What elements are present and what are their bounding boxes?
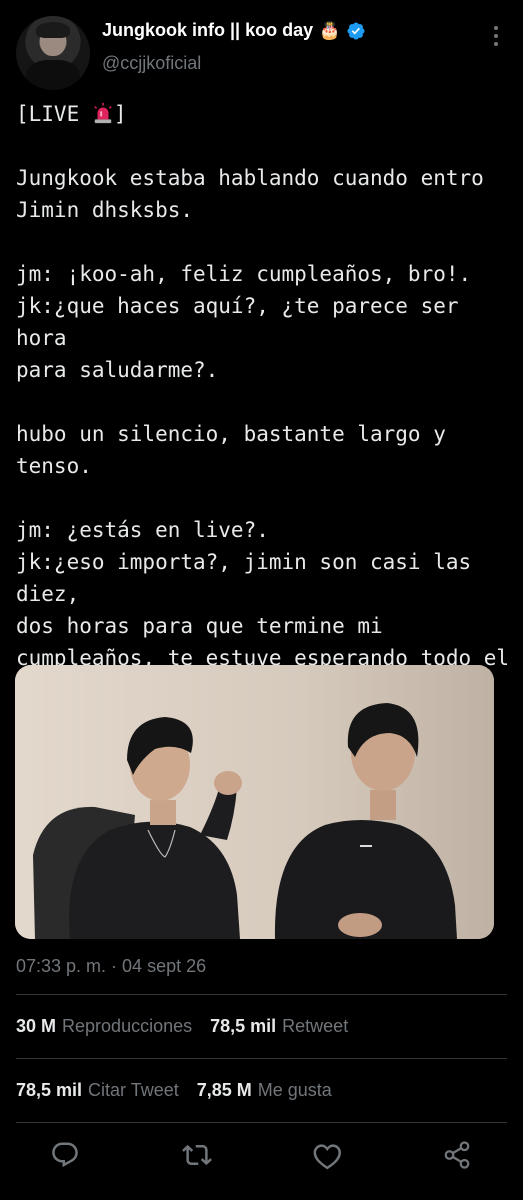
action-bar: [0, 1136, 523, 1176]
views-label: Reproducciones: [62, 1016, 193, 1036]
avatar[interactable]: [16, 16, 90, 90]
likes-count[interactable]: 7,85 M: [197, 1080, 252, 1101]
stats-row-views-retweets: 30 M Reproducciones 78,5 mil Retweet: [16, 1016, 348, 1037]
photo-two-people: [15, 665, 494, 939]
views-count: 30 M: [16, 1016, 57, 1036]
cake-icon: 🎂: [319, 21, 341, 40]
tweet-header: Jungkook info || koo day 🎂 @ccjjkoficial: [0, 0, 523, 92]
divider: [16, 994, 507, 995]
tweet-image[interactable]: [15, 665, 494, 939]
siren-icon: [94, 102, 112, 124]
stats-row-quotes-likes: 78,5 mil Citar Tweet 7,85 M Me gusta: [16, 1080, 332, 1101]
author-handle[interactable]: @ccjjkoficial: [102, 53, 201, 74]
retweets-count[interactable]: 78,5 mil: [210, 1016, 276, 1037]
share-icon[interactable]: [442, 1140, 472, 1170]
divider: [16, 1058, 507, 1059]
verified-badge-icon: [347, 21, 365, 40]
like-icon[interactable]: [312, 1140, 342, 1170]
tweet-timestamp[interactable]: 07:33 p. m. · 04 sept 26: [16, 956, 206, 977]
reply-icon[interactable]: [50, 1140, 80, 1170]
retweet-icon[interactable]: [182, 1140, 212, 1170]
retweets-label[interactable]: Retweet: [282, 1016, 348, 1037]
author-name-row[interactable]: Jungkook info || koo day 🎂: [102, 20, 366, 41]
quotes-count[interactable]: 78,5 mil: [16, 1080, 82, 1101]
more-options-icon[interactable]: [493, 26, 499, 48]
display-name[interactable]: Jungkook info || koo day: [102, 20, 313, 41]
quotes-label[interactable]: Citar Tweet: [88, 1080, 179, 1101]
divider: [16, 1122, 507, 1123]
likes-label[interactable]: Me gusta: [258, 1080, 332, 1101]
